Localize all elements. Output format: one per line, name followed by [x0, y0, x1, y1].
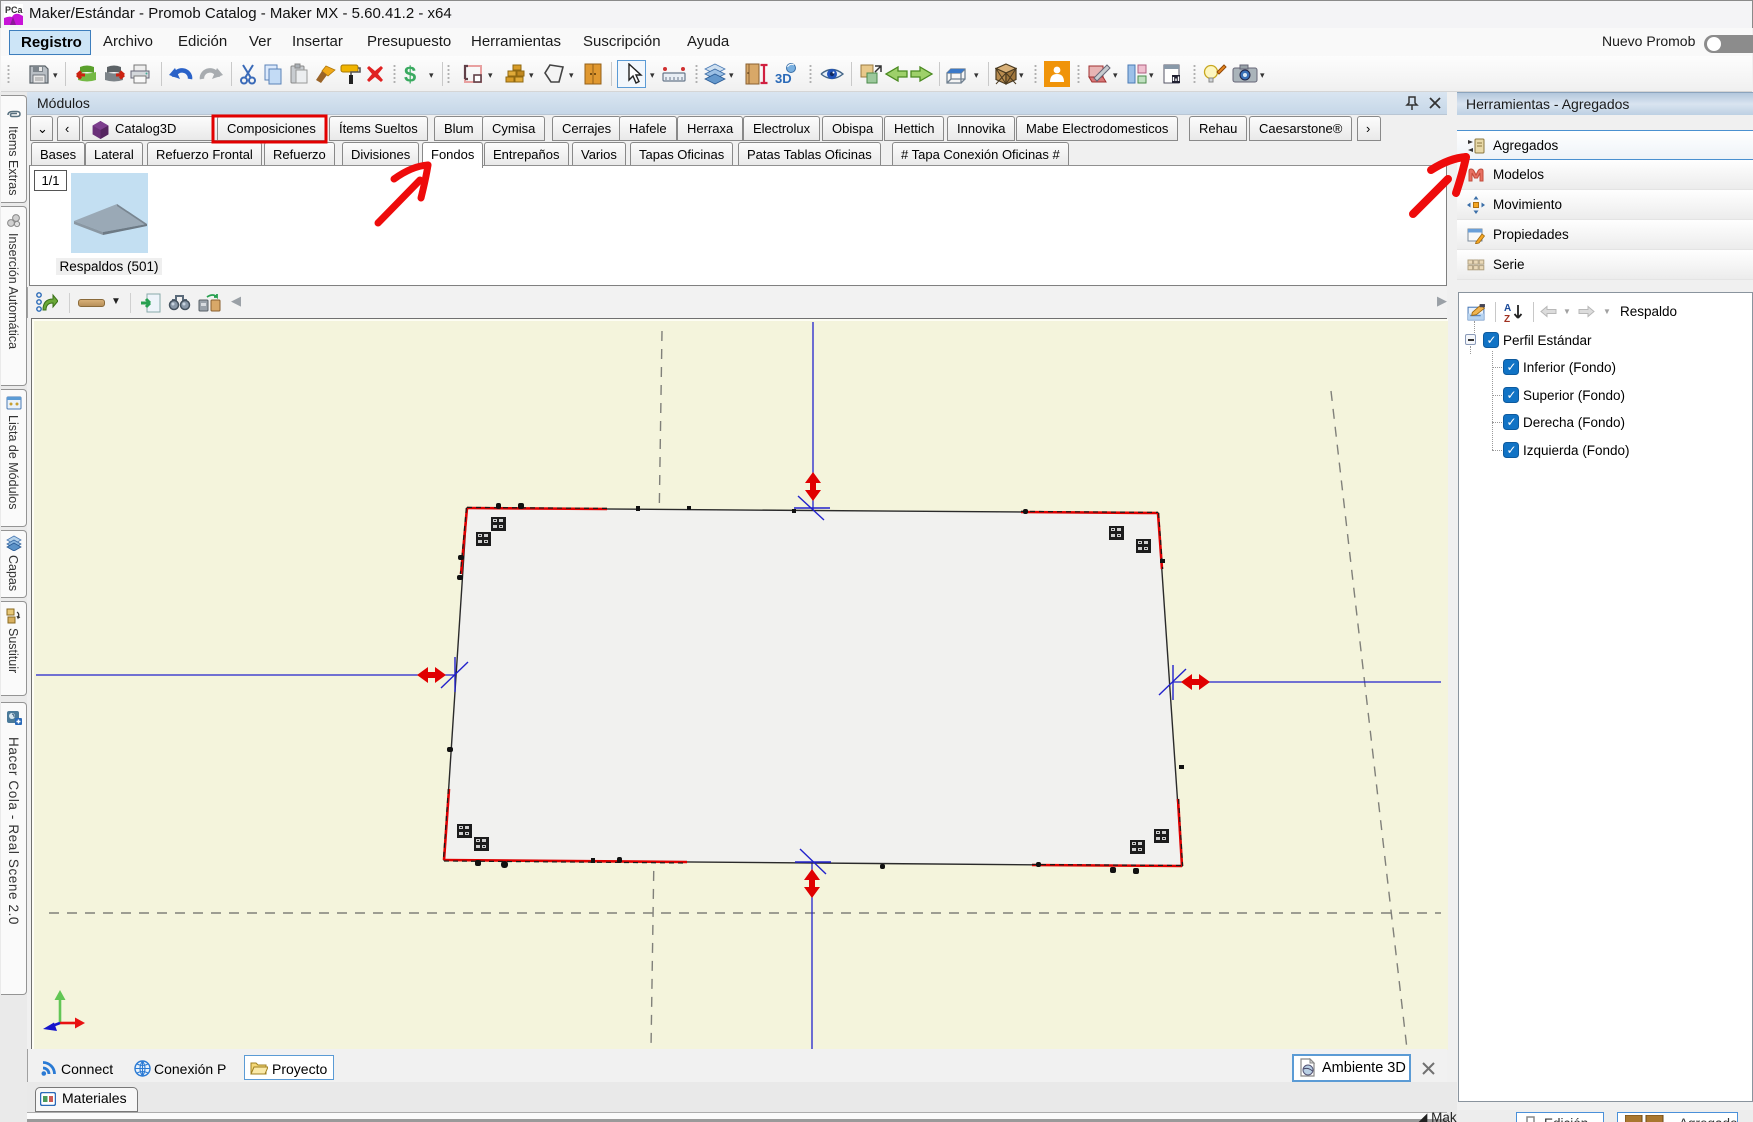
svg-text:A: A — [1504, 303, 1511, 314]
svg-text:3D: 3D — [775, 71, 792, 85]
svg-text:$: $ — [404, 63, 416, 85]
svg-text:Z: Z — [1504, 314, 1510, 323]
svg-text:PCa: PCa — [5, 5, 23, 15]
